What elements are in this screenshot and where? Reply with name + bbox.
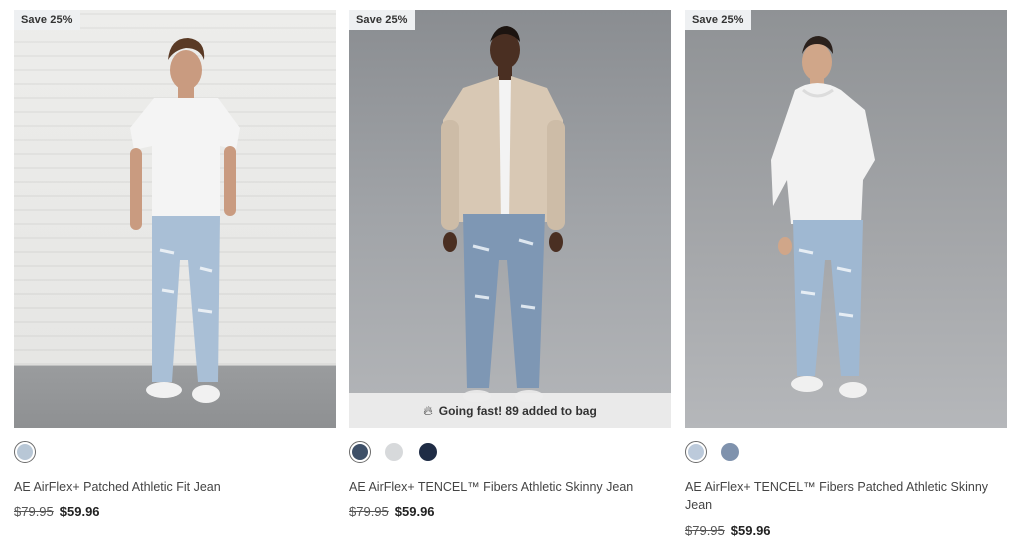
color-swatch[interactable] (417, 441, 439, 463)
product-image[interactable]: Save 25% (14, 10, 336, 428)
color-swatch[interactable] (14, 441, 36, 463)
color-swatch[interactable] (349, 441, 371, 463)
sale-price: $59.96 (394, 504, 435, 519)
sale-badge: Save 25% (349, 10, 415, 30)
going-fast-banner: 🔥︎ Going fast! 89 added to bag (349, 393, 671, 428)
price-row: $79.95 $59.96 (349, 504, 435, 519)
color-swatch[interactable] (383, 441, 405, 463)
sale-price: $59.96 (59, 504, 100, 519)
color-swatches (14, 441, 36, 463)
product-title[interactable]: AE AirFlex+ Patched Athletic Fit Jean (14, 478, 330, 496)
original-price: $79.95 (349, 504, 389, 519)
sale-price: $59.96 (730, 523, 771, 538)
sale-badge: Save 25% (14, 10, 80, 30)
model-photo (771, 36, 875, 398)
color-swatches (685, 441, 741, 463)
color-swatch[interactable] (719, 441, 741, 463)
product-title[interactable]: AE AirFlex+ TENCEL™ Fibers Patched Athle… (685, 478, 1001, 514)
original-price: $79.95 (14, 504, 54, 519)
going-fast-text: Going fast! 89 added to bag (438, 403, 597, 418)
model-photo (441, 26, 565, 402)
product-image[interactable]: Save 25% (685, 10, 1007, 428)
price-row: $79.95 $59.96 (685, 523, 771, 538)
product-card[interactable]: Save 25% AE AirFlex+ TENCEL™ Fibers Patc… (685, 10, 1007, 538)
product-image[interactable]: Save 25% 🔥︎ Going fast! 89 added to bag (349, 10, 671, 428)
original-price: $79.95 (685, 523, 725, 538)
color-swatches (349, 441, 439, 463)
product-title[interactable]: AE AirFlex+ TENCEL™ Fibers Athletic Skin… (349, 478, 665, 496)
price-row: $79.95 $59.96 (14, 504, 100, 519)
model-photo (130, 38, 240, 403)
sale-badge: Save 25% (685, 10, 751, 30)
color-swatch[interactable] (685, 441, 707, 463)
product-card[interactable]: Save 25% AE AirFlex+ Patched Athletic Fi… (14, 10, 336, 519)
flame-icon: 🔥︎ (423, 402, 433, 418)
product-card[interactable]: Save 25% 🔥︎ Going fast! 89 added to bag … (349, 10, 671, 519)
